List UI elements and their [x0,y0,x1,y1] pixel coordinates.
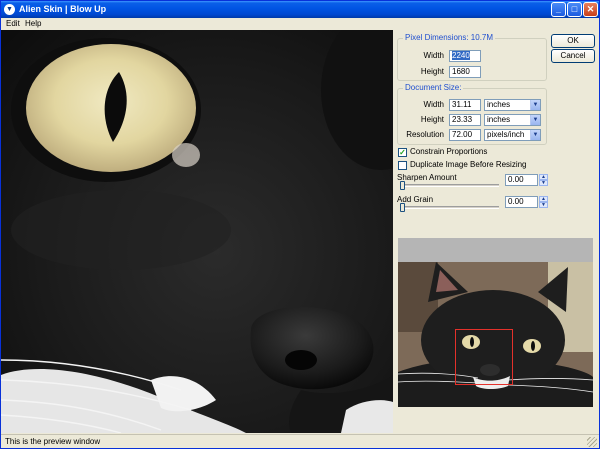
spin-down-icon[interactable]: ▼ [539,180,548,186]
pixel-dimensions-title: Pixel Dimensions: 10.7M [403,33,496,43]
title-bar[interactable]: ▼ Alien Skin | Blow Up _ □ ✕ [1,1,599,18]
pixel-width-label: Width [423,51,444,60]
pixel-width-value: 2240 [452,51,470,60]
menu-help[interactable]: Help [25,19,41,29]
constrain-proportions-label: Constrain Proportions [410,147,488,156]
duplicate-image-checkbox[interactable] [398,161,407,170]
window-title: Alien Skin | Blow Up [19,4,106,15]
close-icon: ✕ [586,4,595,14]
preview-region-indicator[interactable] [455,329,513,385]
sharpen-slider-thumb[interactable] [400,181,405,190]
navigator-thumbnail[interactable] [398,262,593,407]
add-grain-input[interactable]: 0.00 [505,196,538,208]
app-name: Alien Skin [19,4,63,14]
sharpen-slider-track[interactable] [400,184,499,187]
preview-canvas[interactable] [1,30,393,433]
settings-panel: Pixel Dimensions: 10.7M Width 2240 Heigh… [394,30,599,435]
grain-spinner[interactable]: ▲ ▼ [539,196,548,208]
cancel-button[interactable]: Cancel [551,49,595,63]
chevron-down-icon: ▼ [530,130,540,140]
sharpen-spinner[interactable]: ▲ ▼ [539,174,548,186]
title-separator: | [65,4,68,14]
chevron-down-icon: ▼ [530,115,540,125]
resolution-label: Resolution [406,130,444,139]
alien-skin-app-icon: ▼ [4,4,15,15]
close-button[interactable]: ✕ [583,2,598,17]
grain-slider-thumb[interactable] [400,203,405,212]
resolution-unit-value: pixels/inch [487,130,525,139]
navigator-panel[interactable] [398,238,593,407]
pixel-height-label: Height [420,67,444,76]
blow-up-window: ▼ Alien Skin | Blow Up _ □ ✕ Edit Help P… [0,0,600,449]
resolution-unit-select[interactable]: pixels/inch ▼ [484,129,541,141]
doc-height-input[interactable]: 23.33 [449,114,481,126]
doc-width-label: Width [423,100,444,109]
pixel-height-input[interactable]: 1680 [449,66,481,78]
minimize-button[interactable]: _ [551,2,566,17]
duplicate-image-label: Duplicate Image Before Resizing [410,160,527,169]
maximize-icon: □ [571,4,578,14]
tool-name: Blow Up [70,4,107,14]
status-bar: This is the preview window [1,434,599,448]
doc-height-unit-value: inches [487,115,511,124]
sharpen-amount-label: Sharpen Amount [397,173,457,182]
resolution-input[interactable]: 72.00 [449,129,481,141]
document-size-title: Document Size: [403,83,464,93]
constrain-proportions-checkbox[interactable]: ✓ [398,148,407,157]
doc-width-unit-value: inches [487,100,511,109]
menu-bar: Edit Help [1,18,599,30]
document-size-group: Document Size: Width 31.11 inches ▼ Heig… [397,83,547,145]
grain-slider-track[interactable] [400,206,499,209]
resize-grip-icon[interactable] [587,437,597,447]
maximize-button[interactable]: □ [567,2,582,17]
doc-width-unit-select[interactable]: inches ▼ [484,99,541,111]
ok-button[interactable]: OK [551,34,595,48]
pixel-dimensions-group: Pixel Dimensions: 10.7M Width 2240 Heigh… [397,33,547,81]
chevron-down-icon: ▼ [530,100,540,110]
doc-width-input[interactable]: 31.11 [449,99,481,111]
menu-edit[interactable]: Edit [6,19,20,29]
pixel-width-input[interactable]: 2240 [449,50,481,62]
status-text: This is the preview window [5,437,101,446]
sharpen-amount-input[interactable]: 0.00 [505,174,538,186]
cat-closeup-image [1,30,393,433]
spin-down-icon[interactable]: ▼ [539,202,548,208]
doc-height-label: Height [420,115,444,124]
minimize-icon: _ [555,4,561,14]
checkmark-icon: ✓ [399,148,406,157]
doc-height-unit-select[interactable]: inches ▼ [484,114,541,126]
